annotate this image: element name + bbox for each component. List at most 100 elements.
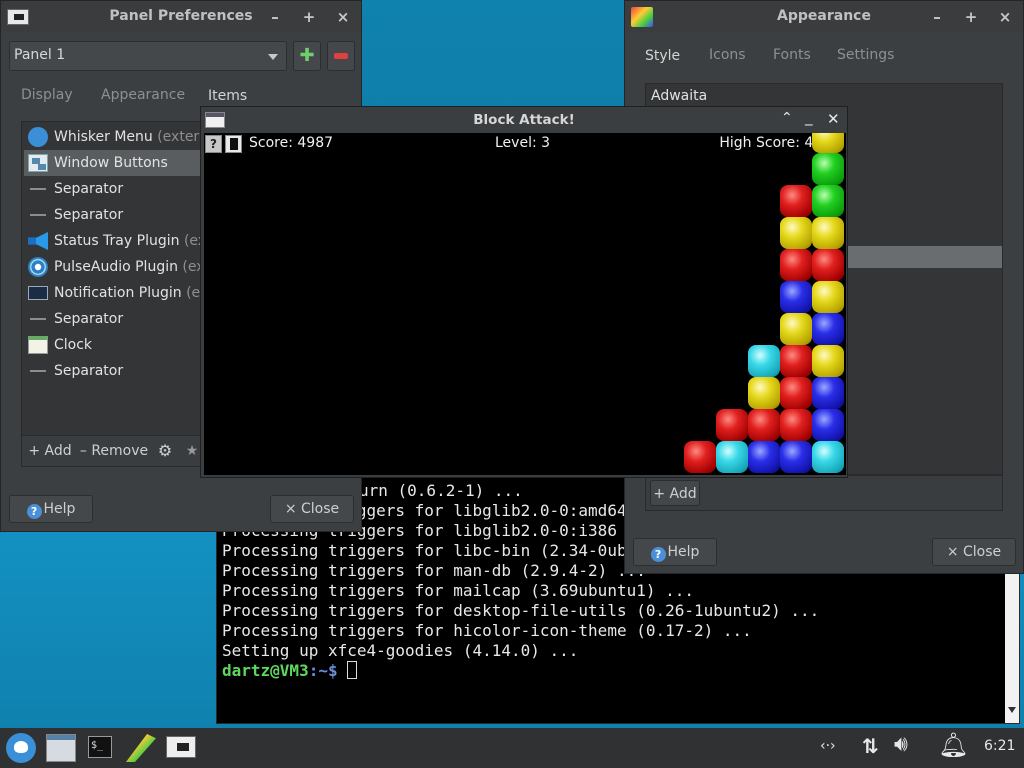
remove-panel-button[interactable] [327,41,355,71]
whisker-icon [28,127,48,147]
list-item[interactable]: PulseAudio Plugin (external) [24,254,200,280]
block-blue [748,441,780,473]
item-ext: (external) [183,233,200,249]
close-icon[interactable]: ✕ [827,110,840,128]
list-item[interactable]: Separator [24,176,200,202]
item-label: Status Tray Plugin [54,233,180,249]
tab-icons[interactable]: Icons [709,47,746,63]
gear-icon[interactable]: ⚙ [152,438,178,464]
close-button[interactable]: × Close [932,538,1016,566]
block-yellow [812,345,844,377]
separator-icon [30,370,46,372]
tab-style[interactable]: Style [645,48,680,64]
block-blue [812,409,844,441]
block-blue [812,313,844,345]
terminal-prompt[interactable]: dartz@VM3:~$ [222,661,358,680]
tab-display[interactable]: Display [21,87,73,103]
panel-select-value: Panel 1 [14,47,66,63]
block-yellow [780,313,812,345]
list-item[interactable]: Separator [24,202,200,228]
clock-icon [28,336,48,354]
minimize-icon[interactable]: – [927,7,947,27]
item-label: Separator [54,311,124,327]
terminal-line: Processing triggers for desktop-file-uti… [222,601,820,620]
score-text: Score: 4987 [249,135,334,151]
terminal-task-icon[interactable]: $_ [88,736,112,758]
volume-icon[interactable]: 🔊︎ [894,732,908,757]
tab-fonts[interactable]: Fonts [773,47,811,63]
block-red [812,249,844,281]
window-buttons-icon [28,154,48,172]
taskbar: $_ ‹·› ⇅ 🔊︎ 🔔︎ 6:21 [0,728,1024,768]
maximize-icon[interactable]: + [961,7,981,27]
block-red [684,441,716,473]
help-button[interactable]: ? Help [633,538,717,566]
appearance-task-icon[interactable] [126,734,156,762]
close-button[interactable]: × Close [270,495,354,523]
scroll-down-icon[interactable] [1008,707,1016,713]
terminal-scrollbar[interactable] [1005,573,1019,723]
help-button[interactable]: ? Help [9,495,93,523]
block-blue [780,281,812,313]
window-buttons-task[interactable] [46,734,76,762]
close-icon[interactable]: × [995,7,1015,27]
minimize-icon[interactable]: – [265,7,285,27]
tab-appearance[interactable]: Appearance [101,87,185,103]
block-green [812,185,844,217]
panel-select[interactable]: Panel 1 [9,41,287,71]
block-red [716,409,748,441]
list-item[interactable]: Separator [24,306,200,332]
item-label: Notification Plugin [54,285,182,301]
bell-icon[interactable]: 🔔︎ [938,731,968,759]
appearance-titlebar[interactable]: Appearance – + × [625,1,1023,33]
style-item[interactable]: Adwaita [651,88,707,104]
add-panel-button[interactable]: ✚ [293,41,321,71]
clock-text[interactable]: 6:21 [984,738,1015,754]
terminal-line: Processing triggers for hicolor-icon-the… [222,621,752,640]
add-item-button[interactable]: + Add [26,438,74,464]
game-help-button[interactable]: ? [205,135,222,153]
status-tray-icon [28,232,48,250]
game-titlebar[interactable]: Block Attack! ⌃ _ ✕ [201,107,847,133]
block-red [780,249,812,281]
item-label: PulseAudio Plugin [54,259,178,275]
item-ext: (external) [157,129,200,145]
items-list[interactable]: Whisker Menu (external) Window Buttons S… [21,121,205,437]
terminal-line: Processing triggers for mailcap (3.69ubu… [222,581,695,600]
whisker-menu-icon[interactable] [6,733,36,763]
help-label: Help [43,501,76,517]
block-yellow [780,217,812,249]
list-item[interactable]: Status Tray Plugin (external) [24,228,200,254]
minus-icon [334,53,348,59]
prompt-path: :~$ [308,661,338,680]
block-red [780,377,812,409]
panel-prefs-titlebar[interactable]: Panel Preferences – + × [1,1,361,33]
list-item[interactable]: Notification Plugin (external) [24,280,200,306]
notification-icon [28,286,48,300]
list-item[interactable]: Whisker Menu (external) [24,124,200,150]
remove-label: Remove [91,443,149,459]
add-button[interactable]: + Add [650,480,700,506]
close-label: Close [301,501,340,517]
list-item[interactable]: Clock [24,332,200,358]
chevron-up-icon[interactable]: ⌃ [781,110,793,126]
minimize-icon[interactable]: _ [805,108,813,126]
game-board[interactable]: ? Score: 4987 Level: 3 High Score: 4987 [204,133,846,475]
block-attack-window: Block Attack! ⌃ _ ✕ ? Score: 4987 Level:… [200,106,848,478]
tab-settings[interactable]: Settings [837,47,894,63]
game-window-icon[interactable] [225,135,242,153]
close-icon[interactable]: × [333,7,353,27]
block-red [748,409,780,441]
maximize-icon[interactable]: + [299,7,319,27]
game-title: Block Attack! [473,112,575,128]
list-item[interactable]: Separator [24,358,200,384]
remove-item-button[interactable]: – Remove [76,438,152,464]
network-icon[interactable]: ‹·› [820,738,836,754]
item-ext: (external) [186,285,200,301]
panel-prefs-task-icon[interactable] [166,736,196,758]
list-item-selected[interactable]: Window Buttons [24,150,200,176]
transfer-icon[interactable]: ⇅ [862,734,879,758]
separator-icon [30,318,46,320]
tab-items[interactable]: Items [208,88,247,104]
item-label: Whisker Menu [54,129,153,145]
